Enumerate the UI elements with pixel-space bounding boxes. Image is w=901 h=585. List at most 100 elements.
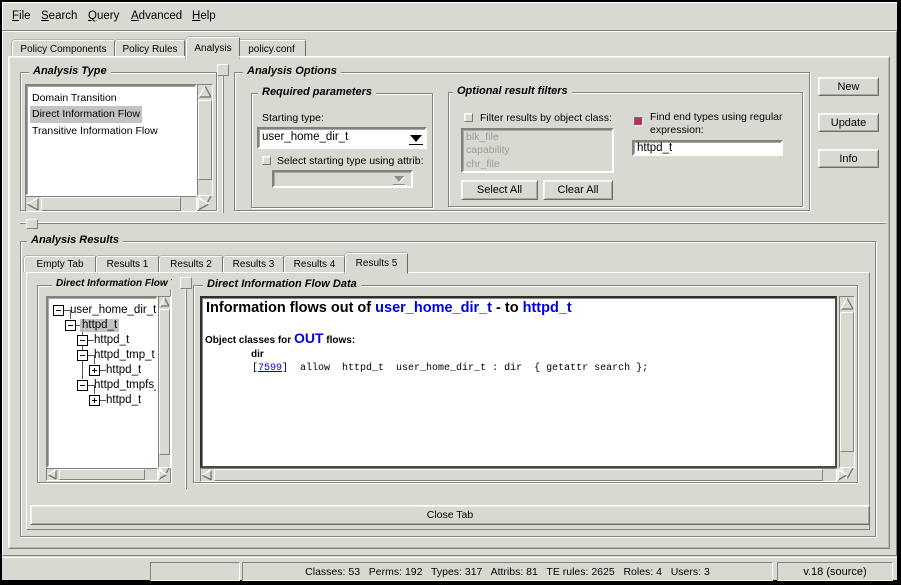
info-button[interactable]: Info — [818, 149, 879, 168]
regex-checkbox[interactable] — [634, 117, 643, 126]
scroll-thumb[interactable] — [840, 312, 854, 452]
list-item[interactable]: Domain Transition — [30, 90, 119, 106]
analysis-type-hscrollbar[interactable] — [25, 196, 197, 212]
tree-expand-icon[interactable] — [89, 395, 100, 406]
tab-label: Results 2 — [170, 259, 212, 270]
flow-tree-title: Direct Information Flow T — [52, 278, 172, 289]
combobox-arrow-disabled-icon — [394, 176, 404, 182]
tab-label: Results 4 — [294, 259, 336, 270]
heading-text: Information flows out of — [206, 300, 375, 316]
analysis-type-title: Analysis Type — [29, 65, 111, 77]
tree-node-label[interactable]: httpd_t — [80, 319, 119, 332]
flow-tree-vscrollbar[interactable] — [158, 296, 171, 468]
analysis-type-group: Analysis Type Domain Transition Direct I… — [20, 72, 217, 211]
select-all-button[interactable]: Select All — [461, 180, 538, 200]
list-item[interactable]: Transitive Information Flow — [30, 123, 160, 139]
rule-text: ] allow httpd_t user_home_dir_t : dir { … — [282, 363, 648, 374]
tab-label: Results 5 — [356, 258, 398, 269]
tab-results-3[interactable]: Results 3 — [223, 256, 284, 272]
tree-node-label[interactable]: httpd_t — [104, 364, 143, 377]
tab-empty-tab[interactable]: Empty Tab — [24, 256, 96, 272]
starting-type-label: Starting type: — [262, 112, 324, 124]
tab-label: Empty Tab — [36, 259, 83, 270]
tab-results-4[interactable]: Results 4 — [284, 256, 345, 272]
required-parameters-group: Required parameters Starting type: user_… — [251, 93, 433, 208]
starting-type-value: user_home_dir_t — [262, 131, 348, 143]
tree-data-sash-line — [185, 277, 187, 489]
analysis-type-listbox[interactable]: Domain Transition Direct Information Flo… — [25, 84, 197, 196]
flow-data-title: Direct Information Flow Data — [203, 278, 361, 290]
analysis-results-title: Analysis Results — [27, 234, 123, 246]
flow-data-hscrollbar[interactable] — [200, 468, 837, 482]
tree-node-label[interactable]: httpd_tmp_t — [92, 349, 157, 362]
button-label: Update — [831, 117, 866, 129]
combobox-arrow-icon[interactable] — [410, 135, 422, 142]
flow-tree-hscrollbar[interactable] — [46, 468, 158, 481]
subheading-text: flows: — [324, 335, 356, 346]
list-item-disabled: capability — [466, 144, 612, 157]
filter-object-class-label: Filter results by object class: — [480, 112, 612, 124]
button-label: Select All — [477, 184, 522, 196]
filter-object-class-checkbox[interactable] — [464, 113, 473, 122]
tree-collapse-icon[interactable] — [77, 350, 88, 361]
tab-results-1[interactable]: Results 1 — [96, 256, 159, 272]
tree-node-label[interactable]: httpd_t — [92, 334, 131, 347]
heading-text: - to — [492, 300, 523, 316]
apol-window: File Search Query Advanced Help Policy C… — [0, 0, 901, 583]
optional-result-filters-group: Optional result filters Filter results b… — [448, 92, 803, 207]
attrib-combobox-disabled — [272, 170, 413, 188]
tree-collapse-icon[interactable] — [77, 335, 88, 346]
flow-tree-canvas[interactable]: user_home_dir_t httpd_t httpd_t httpd_tmp_t… — [46, 296, 158, 468]
results-sash-line — [20, 222, 886, 224]
list-item-disabled: blk_file — [466, 131, 612, 144]
list-item-label: Transitive Information Flow — [32, 125, 158, 137]
results-sash-handle[interactable] — [26, 219, 38, 229]
scroll-thumb[interactable] — [159, 309, 170, 455]
subheading-text: Object classes for — [205, 335, 294, 346]
clear-all-button[interactable]: Clear All — [543, 180, 613, 200]
rule-number-link[interactable]: 7599 — [258, 363, 282, 374]
combobox-arrow-disabled-underline — [393, 184, 405, 185]
attrib-checkbox-label: Select starting type using attrib: — [277, 155, 424, 167]
optional-result-filters-title: Optional result filters — [453, 85, 572, 97]
regex-entry-value: httpd_t — [637, 142, 672, 154]
scroll-thumb[interactable] — [59, 469, 145, 480]
scroll-thumb[interactable] — [41, 197, 181, 211]
tree-node-label[interactable]: user_home_dir_t — [68, 304, 158, 317]
regex-entry[interactable]: httpd_t — [632, 140, 783, 156]
list-item-selected[interactable]: Direct Information Flow — [30, 106, 142, 122]
flow-data-subheading: Object classes for OUT flows: — [205, 330, 355, 346]
pane-sash-handle[interactable] — [217, 64, 229, 76]
tab-results-5[interactable]: Results 5 — [345, 253, 408, 274]
tab-label: Results 1 — [107, 259, 149, 270]
tree-collapse-icon[interactable] — [65, 320, 76, 331]
tree-node-label[interactable]: httpd_tmpfs_ — [92, 379, 158, 392]
scroll-thumb[interactable] — [198, 100, 212, 180]
analysis-type-vscrollbar[interactable] — [197, 84, 213, 196]
list-item-label: Domain Transition — [32, 92, 117, 104]
tree-collapse-icon[interactable] — [53, 305, 64, 316]
object-class-listbox-disabled: blk_file capability chr_file — [461, 128, 614, 173]
flow-data-textarea[interactable]: Information flows out of user_home_dir_t… — [200, 296, 837, 468]
close-tab-button[interactable]: Close Tab — [30, 505, 870, 525]
tree-data-sash-handle[interactable] — [180, 277, 192, 289]
tree-collapse-icon[interactable] — [77, 380, 88, 391]
tab-results-2[interactable]: Results 2 — [159, 256, 223, 272]
analysis-options-title: Analysis Options — [243, 65, 341, 77]
update-button[interactable]: Update — [818, 113, 879, 132]
scroll-thumb[interactable] — [214, 469, 823, 481]
flow-data-vscrollbar[interactable] — [839, 296, 855, 468]
pane-sash-line — [222, 64, 224, 213]
flow-data-group: Direct Information Flow Data Information… — [193, 285, 858, 483]
combobox-arrow-underline — [409, 144, 423, 145]
attrib-checkbox[interactable] — [262, 156, 271, 165]
flow-direction: OUT — [294, 330, 324, 346]
starting-type-combobox[interactable]: user_home_dir_t — [257, 127, 427, 149]
tree-node-label[interactable]: httpd_t — [104, 394, 143, 407]
analysis-options-group: Analysis Options Required parameters Sta… — [234, 72, 810, 211]
new-button[interactable]: New — [818, 77, 879, 96]
flow-rule-line: [7599] allow httpd_t user_home_dir_t : d… — [252, 363, 648, 374]
tree-expand-icon[interactable] — [89, 365, 100, 376]
list-item-label: Direct Information Flow — [32, 108, 140, 120]
flow-object-class: dir — [251, 349, 264, 360]
